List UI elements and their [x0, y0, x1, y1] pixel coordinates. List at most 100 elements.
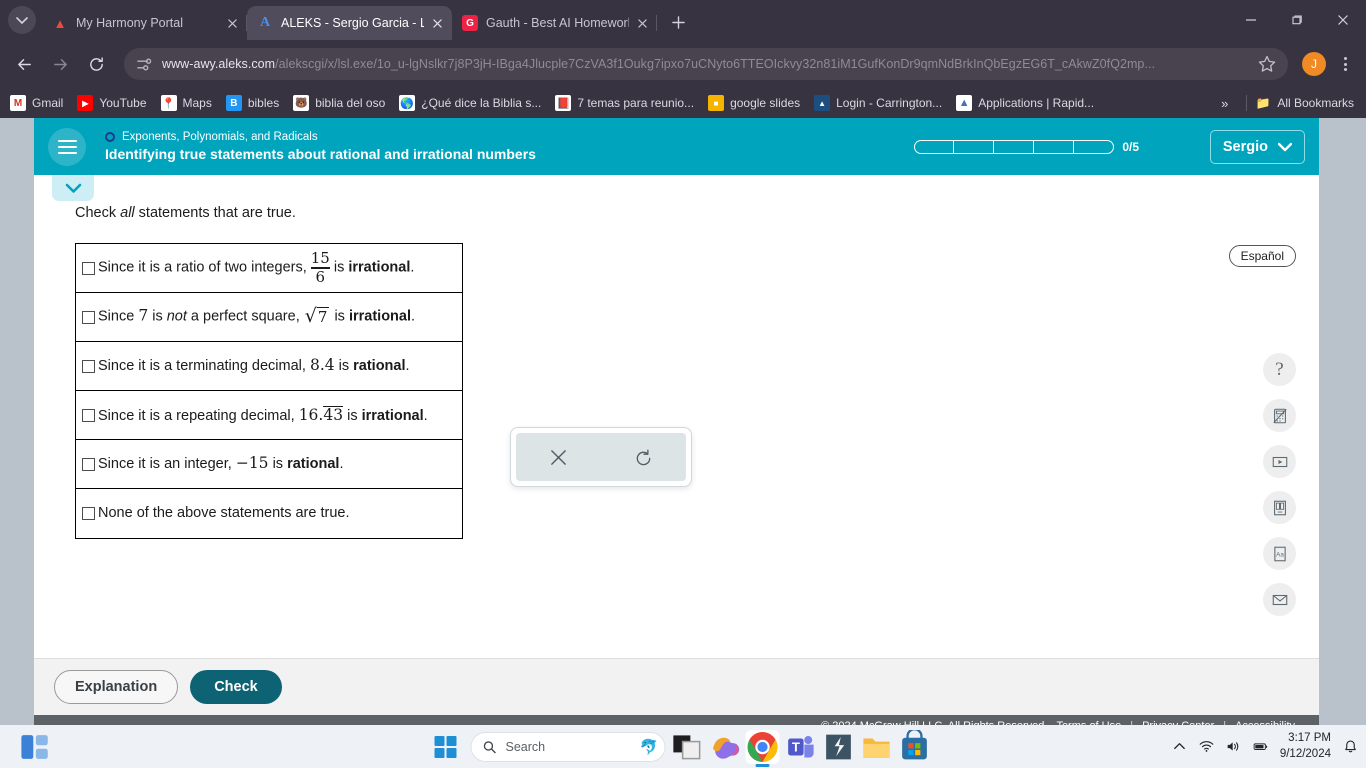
tab-close-button[interactable]	[223, 14, 241, 32]
bookmark-maps[interactable]: 📍 Maps	[160, 95, 212, 111]
undo-answer-button[interactable]	[601, 433, 686, 481]
tab-title: Gauth - Best AI Homework Help	[486, 16, 629, 30]
help-icon[interactable]: ?	[1263, 353, 1296, 386]
copilot-icon[interactable]	[708, 730, 742, 764]
tray-expand-icon[interactable]	[1172, 739, 1187, 754]
biblia-del-oso-icon: 🐻	[293, 95, 310, 111]
all-bookmarks-button[interactable]: 📁 All Bookmarks	[1255, 95, 1354, 111]
bookmark-login-carrington[interactable]: ▲ Login - Carrington...	[814, 95, 942, 111]
calculator-disabled-icon[interactable]	[1263, 399, 1296, 432]
copilot-glyph	[713, 737, 740, 759]
chrome-menu-button[interactable]	[1332, 51, 1358, 77]
bookmark-bibles[interactable]: Bbibles	[225, 95, 279, 111]
clock[interactable]: 3:17 PM 9/12/2024	[1280, 731, 1331, 762]
search-input[interactable]: Search 🐬	[470, 731, 666, 762]
choice-checkbox[interactable]	[82, 359, 95, 373]
bookmarks-overflow-area: » 📁 All Bookmarks	[1211, 95, 1360, 111]
mail-icon[interactable]	[1263, 583, 1296, 616]
battery-icon[interactable]	[1253, 739, 1268, 754]
gauth-favicon: G	[462, 15, 478, 31]
chrome-icon[interactable]	[745, 729, 780, 764]
bookmark-biblia-del-oso[interactable]: 🐻 biblia del oso	[293, 95, 385, 111]
header-text: Exponents, Polynomials, and Radicals Ide…	[105, 131, 536, 162]
topic-row: Exponents, Polynomials, and Radicals	[105, 131, 536, 143]
bookmark-star-icon[interactable]	[1256, 53, 1278, 75]
bookmark-label: google slides	[730, 96, 801, 110]
bookmark-label: Applications | Rapid...	[978, 96, 1095, 110]
close-icon	[227, 18, 237, 28]
bookmark-label: biblia del oso	[315, 96, 386, 110]
bookmark-7-temas[interactable]: 📕 7 temas para reunio...	[555, 95, 694, 111]
microsoft-store-icon[interactable]	[898, 729, 932, 764]
windows-taskbar: Search 🐬 T 3:17 PM 9/12/2024	[0, 725, 1366, 768]
wifi-icon[interactable]	[1199, 739, 1214, 754]
choice-none-of-the-above[interactable]: None of the above statements are true.	[76, 489, 462, 538]
bookmarks-overflow-button[interactable]: »	[1211, 96, 1238, 111]
choice-sqrt-7[interactable]: Since 7 is not a perfect square, √ 7 is i…	[76, 293, 462, 342]
choice-checkbox[interactable]	[82, 310, 95, 324]
close-icon	[637, 18, 647, 28]
forward-arrow-icon	[53, 58, 67, 70]
progress-indicator: 0/5	[914, 139, 1139, 154]
search-icon	[483, 740, 496, 753]
bookmark-google-slides[interactable]: ■ google slides	[708, 95, 800, 111]
choice-checkbox[interactable]	[82, 507, 95, 520]
menu-button[interactable]	[48, 127, 86, 166]
taskbar-center: Search 🐬 T	[434, 729, 932, 764]
choice-ratio-15-6[interactable]: Since it is a ratio of two integers, 15 6 i…	[76, 244, 462, 293]
maps-icon: 📍	[160, 95, 177, 111]
tool-rail: ? Aa	[1263, 353, 1296, 616]
teams-icon[interactable]: T	[784, 730, 818, 764]
file-explorer-icon[interactable]	[860, 730, 894, 764]
tab-search-button[interactable]	[8, 6, 36, 34]
forward-button[interactable]	[44, 48, 76, 80]
topic-label: Exponents, Polynomials, and Radicals	[122, 131, 318, 143]
clear-answer-button[interactable]	[516, 433, 601, 481]
widgets-icon[interactable]	[18, 730, 52, 764]
browser-tab-2[interactable]: G Gauth - Best AI Homework Help	[452, 6, 657, 40]
check-button[interactable]: Check	[190, 670, 282, 704]
site-settings-icon[interactable]	[136, 56, 153, 73]
bookmark-applications-rapid[interactable]: ▲ Applications | Rapid...	[956, 95, 1094, 111]
new-tab-button[interactable]	[665, 9, 691, 35]
chrome-browser-window: ▲ My Harmony Portal A ALEKS - Sergio Gar…	[0, 0, 1366, 725]
notifications-bell-icon[interactable]	[1343, 739, 1358, 754]
bookmarks-bar: M Gmail ▶ YouTube 📍 Maps Bbibles 🐻 biblia de…	[0, 88, 1366, 118]
envelope-glyph	[1272, 594, 1287, 605]
choice-checkbox[interactable]	[82, 261, 95, 275]
choice-terminating-8-4[interactable]: Since it is a terminating decimal, 8.4 i…	[76, 342, 462, 391]
maximize-button[interactable]	[1274, 0, 1320, 40]
carrington-icon: ▲	[814, 95, 831, 111]
volume-icon[interactable]	[1226, 739, 1241, 754]
tab-close-button[interactable]	[428, 14, 446, 32]
text-reference-icon[interactable]: Aa	[1263, 537, 1296, 570]
address-bar[interactable]: www-awy.aleks.com/alekscgi/x/lsl.exe/1o_…	[124, 48, 1288, 80]
minimize-button[interactable]	[1228, 0, 1274, 40]
reload-button[interactable]	[80, 48, 112, 80]
back-button[interactable]	[8, 48, 40, 80]
folder-glyph	[863, 738, 890, 758]
explanation-button[interactable]: Explanation	[54, 670, 179, 704]
close-window-button[interactable]	[1320, 0, 1366, 40]
start-button[interactable]	[434, 735, 457, 758]
choice-checkbox[interactable]	[82, 457, 95, 471]
taskview-icon[interactable]	[670, 730, 704, 764]
browser-tab-1[interactable]: A ALEKS - Sergio Garcia - Learn	[247, 6, 452, 40]
user-menu-button[interactable]: Sergio	[1209, 129, 1305, 164]
shell-icon[interactable]	[822, 730, 856, 764]
svg-text:Aa: Aa	[1276, 551, 1284, 558]
profile-avatar[interactable]: J	[1302, 52, 1326, 76]
choice-repeating-16-43[interactable]: Since it is a repeating decimal, 16.43 i…	[76, 391, 462, 440]
tab-close-button[interactable]	[633, 14, 651, 32]
dictionary-icon[interactable]	[1263, 491, 1296, 524]
bookmark-gmail[interactable]: M Gmail	[10, 95, 63, 111]
calculator-glyph	[1272, 408, 1287, 423]
video-icon[interactable]	[1263, 445, 1296, 478]
book-icon: 📕	[555, 95, 572, 111]
browser-tab-0[interactable]: ▲ My Harmony Portal	[42, 6, 247, 40]
espanol-button[interactable]: Español	[1228, 245, 1296, 267]
choice-checkbox[interactable]	[82, 408, 95, 422]
choice-integer-minus-15[interactable]: Since it is an integer, −15 is rational.	[76, 440, 462, 489]
bookmark-youtube[interactable]: ▶ YouTube	[77, 95, 147, 111]
bookmark-que-dice-la-biblia[interactable]: 🌎 ¿Qué dice la Biblia s...	[399, 95, 541, 111]
